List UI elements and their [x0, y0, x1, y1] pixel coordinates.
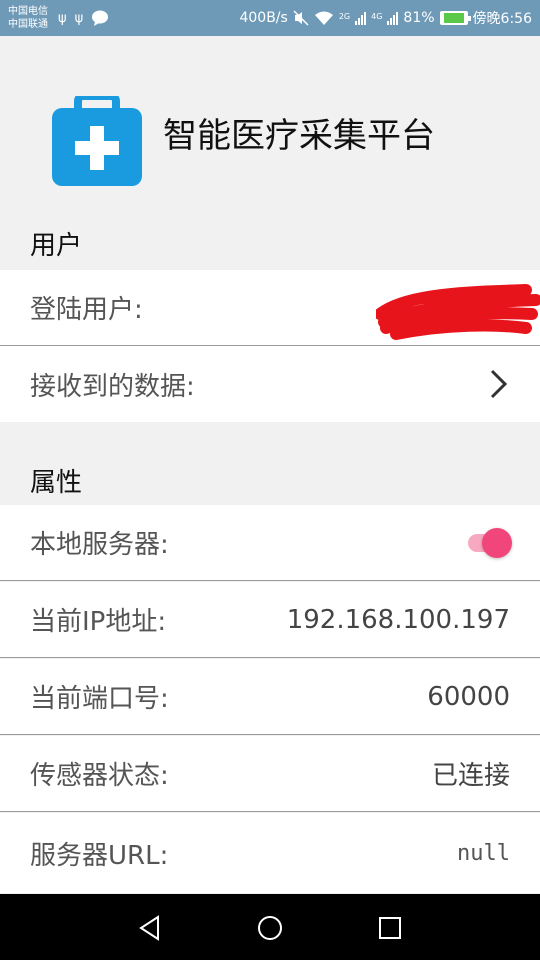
- row-local-server: 本地服务器:: [0, 505, 540, 581]
- local-server-toggle[interactable]: [466, 527, 514, 558]
- wifi-icon: [314, 11, 333, 25]
- login-user-label: 登陆用户:: [30, 295, 143, 325]
- status-bar: 中国电信 中国联通 ψ ψ 400B/s 2G 4G 81% 傍晚6:56: [0, 0, 540, 36]
- ip-value: 192.168.100.197: [286, 604, 510, 635]
- battery-icon: [439, 11, 471, 25]
- local-server-label: 本地服务器:: [30, 530, 169, 560]
- network-2g: 2G: [338, 12, 351, 21]
- port-label: 当前端口号:: [30, 684, 169, 714]
- row-sensor-status: 传感器状态: 已连接: [0, 736, 540, 812]
- clock: 傍晚6:56: [472, 11, 532, 27]
- signal-icon: [387, 11, 399, 25]
- row-received-data[interactable]: 接收到的数据:: [0, 346, 540, 422]
- app-header: 智能医疗采集平台: [0, 36, 540, 216]
- net-speed: 400B/s: [239, 10, 288, 26]
- row-server-url: 服务器URL: null: [0, 813, 540, 893]
- redaction-scribble: [376, 284, 540, 340]
- battery-percent: 81%: [403, 10, 435, 26]
- port-value: 60000: [427, 681, 510, 712]
- sensor-label: 传感器状态:: [30, 761, 169, 791]
- signal-icon: [355, 11, 367, 25]
- mute-icon: [293, 10, 309, 26]
- navigation-bar: [0, 894, 540, 960]
- app-title: 智能医疗采集平台: [163, 116, 435, 156]
- section-title-user: 用户: [30, 231, 83, 261]
- network-4g: 4G: [371, 12, 383, 21]
- sensor-value: 已连接: [431, 761, 510, 791]
- received-data-label: 接收到的数据:: [30, 371, 195, 402]
- recents-icon[interactable]: [376, 914, 404, 942]
- section-title-properties: 属性: [30, 468, 83, 498]
- back-icon[interactable]: [136, 914, 164, 942]
- usb-icon: ψ: [58, 10, 67, 26]
- url-label: 服务器URL:: [30, 840, 169, 871]
- carrier-1: 中国电信: [8, 6, 48, 17]
- chevron-right-icon: [490, 369, 508, 399]
- url-value: null: [457, 840, 510, 866]
- carrier-2: 中国联通: [8, 19, 48, 30]
- row-ip-address: 当前IP地址: 192.168.100.197: [0, 582, 540, 658]
- carrier-info: 中国电信 中国联通: [8, 5, 48, 31]
- usb-icon: ψ: [74, 10, 84, 26]
- message-icon: [92, 10, 109, 26]
- ip-label: 当前IP地址:: [30, 607, 167, 637]
- row-port: 当前端口号: 60000: [0, 659, 540, 735]
- medical-kit-icon: [52, 96, 142, 186]
- home-icon[interactable]: [256, 914, 284, 942]
